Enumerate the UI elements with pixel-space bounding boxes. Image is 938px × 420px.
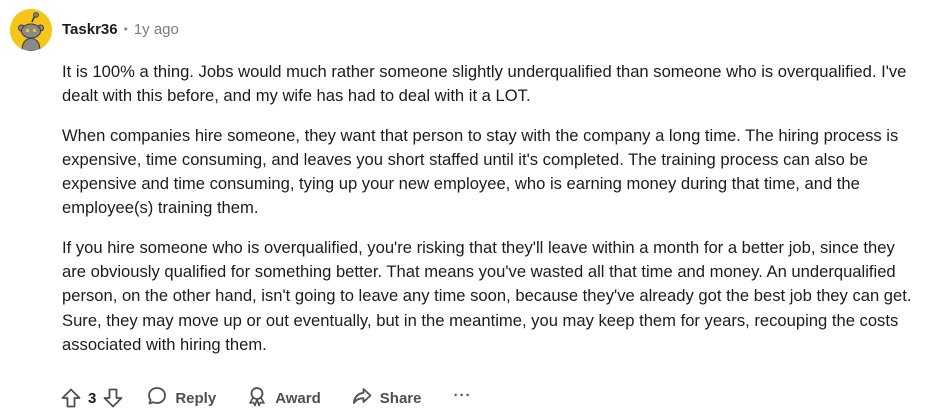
comment: Taskr36 • 1y ago It is 100% a thing. Job… [0, 0, 938, 420]
comment-meta: Taskr36 • 1y ago [62, 21, 179, 38]
reply-label: Reply [175, 389, 217, 407]
comment-actions: 3 Reply Award Share ··· [60, 382, 471, 414]
username[interactable]: Taskr36 [62, 21, 118, 38]
reply-button[interactable]: Reply [146, 385, 216, 411]
award-button[interactable]: Award [246, 385, 321, 411]
share-label: Share [379, 389, 422, 407]
meta-separator: • [123, 22, 128, 36]
comment-body: It is 100% a thing. Jobs would much rath… [62, 60, 922, 372]
more-options-button[interactable]: ··· [453, 387, 471, 404]
comment-paragraph: If you hire someone who is overqualified… [62, 237, 912, 354]
comment-header: Taskr36 • 1y ago [10, 8, 179, 52]
speech-bubble-icon [146, 385, 168, 411]
share-button[interactable]: Share [351, 385, 422, 411]
downvote-icon[interactable] [102, 387, 124, 409]
award-ribbon-icon [246, 385, 268, 411]
vote-score: 3 [88, 389, 97, 407]
comment-paragraph: It is 100% a thing. Jobs would much rath… [62, 62, 907, 106]
vote-controls: 3 [60, 387, 124, 409]
comment-age[interactable]: 1y ago [134, 21, 179, 38]
award-label: Award [275, 389, 321, 407]
comment-paragraph: When companies hire someone, they want t… [62, 125, 899, 218]
snoo-avatar-icon[interactable] [10, 9, 52, 51]
upvote-icon[interactable] [60, 387, 82, 409]
share-arrow-icon [351, 385, 373, 411]
